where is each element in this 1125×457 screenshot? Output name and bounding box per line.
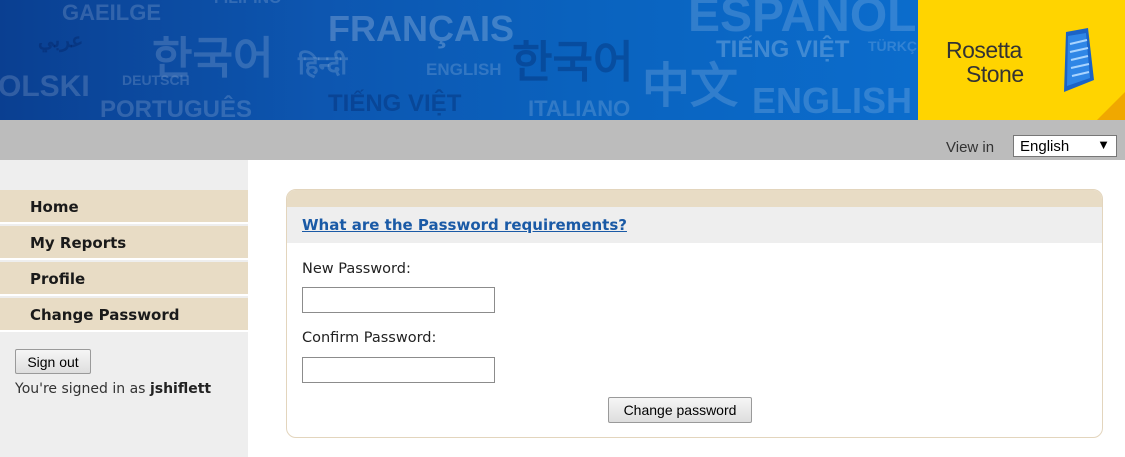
rosetta-stone-logo[interactable]: Rosetta Stone <box>918 0 1125 120</box>
banner-word: GAEILGE <box>62 0 162 25</box>
rosetta-stone-logo-icon <box>1064 28 1094 92</box>
confirm-password-field[interactable] <box>302 357 495 383</box>
sidebar-item-change-password[interactable]: Change Password <box>0 298 248 332</box>
new-password-label: New Password: <box>302 261 411 277</box>
username: jshiflett <box>149 381 212 397</box>
logo-wordmark: Rosetta Stone <box>946 38 1024 86</box>
banner-word: 中文 <box>642 60 739 113</box>
banner-word: PORTUGUÊS <box>100 96 253 120</box>
sidebar-item-profile[interactable]: Profile <box>0 262 248 296</box>
sidebar-item-label: Profile <box>30 270 86 288</box>
banner-word: OLSKI <box>0 70 90 103</box>
change-password-button[interactable]: Change password <box>608 397 752 423</box>
banner-word: FRANÇAIS <box>328 8 514 49</box>
banner-word: ENGLISH <box>426 60 502 79</box>
change-password-panel: What are the Password requirements? New … <box>286 189 1103 438</box>
logo-line-2: Stone <box>966 61 1024 87</box>
view-in-label: View in <box>946 139 995 156</box>
confirm-password-label: Confirm Password: <box>302 330 437 346</box>
banner-word: ITALIANO <box>528 96 631 120</box>
language-select[interactable]: English ▼ <box>1013 135 1117 157</box>
banner-word: 한국어 <box>512 38 634 87</box>
panel-header: What are the Password requirements? <box>287 207 1102 243</box>
banner-word: TÜRKÇE <box>868 38 918 54</box>
sidebar-item-my-reports[interactable]: My Reports <box>0 226 248 260</box>
new-password-field[interactable] <box>302 287 495 313</box>
banner-word: عربي <box>38 30 84 52</box>
sidebar-item-label: My Reports <box>30 234 127 252</box>
banner-word: FILIPINO <box>214 0 282 8</box>
banner-word: ENGLISH <box>752 80 913 120</box>
sidebar-item-home[interactable]: Home <box>0 190 248 224</box>
banner-word: DEUTSCH <box>122 72 190 88</box>
language-banner: GAEILGE FILIPINO عربي 한국어 FRANÇAIS हिन्द… <box>0 0 918 120</box>
sidebar-item-label: Change Password <box>30 306 180 324</box>
logo-corner <box>1097 92 1125 120</box>
language-select-value: English <box>1020 138 1070 155</box>
sidebar-item-label: Home <box>30 198 79 216</box>
logo-line-1: Rosetta <box>946 37 1022 63</box>
panel-top-strip <box>287 190 1102 207</box>
banner-word: हिन्दी <box>298 50 348 80</box>
banner-word: TIẾNG VIỆT <box>328 90 462 117</box>
password-requirements-link[interactable]: What are the Password requirements? <box>302 216 627 234</box>
sign-out-button[interactable]: Sign out <box>15 349 91 374</box>
dropdown-arrow-icon: ▼ <box>1097 137 1110 152</box>
signed-in-prefix: You're signed in as <box>15 381 146 397</box>
signed-in-status: You're signed in as jshiflett <box>15 381 211 397</box>
